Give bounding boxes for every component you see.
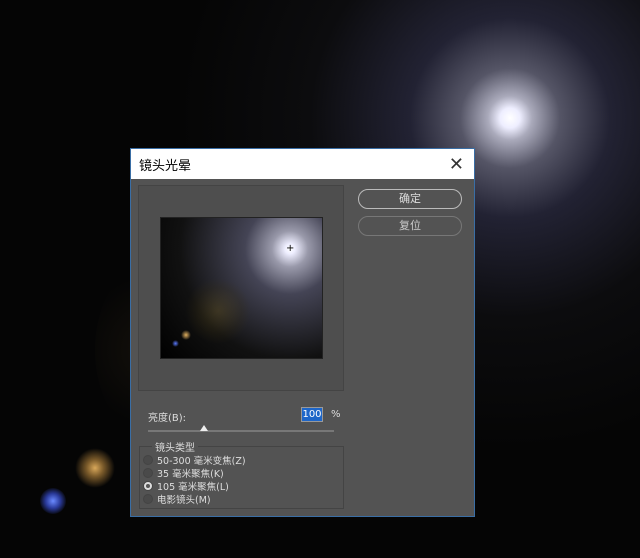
flare-preview[interactable]: + — [160, 217, 323, 359]
close-icon[interactable]: ✕ — [449, 154, 464, 175]
ok-button[interactable]: 确定 — [358, 189, 462, 209]
flare-center-crosshair[interactable]: + — [286, 244, 294, 254]
slider-thumb[interactable] — [199, 425, 208, 431]
radio-prime-105[interactable]: 105 毫米聚焦(L) — [143, 479, 229, 493]
percent-unit: % — [331, 409, 341, 420]
reset-button[interactable]: 复位 — [358, 216, 462, 236]
radio-zoom-50-300[interactable]: 50-300 毫米变焦(Z) — [143, 453, 246, 467]
lens-flare-dialog: 镜头光晕 ✕ + 确定 复位 亮度(B): 100 % 镜头类型 50-300 … — [130, 148, 475, 517]
radio-label: 电影镜头(M) — [157, 495, 211, 506]
radio-movie-prime[interactable]: 电影镜头(M) — [143, 492, 211, 506]
preview-flare-orange — [181, 330, 191, 340]
radio-prime-35[interactable]: 35 毫米聚焦(K) — [143, 466, 224, 480]
radio-label: 105 毫米聚焦(L) — [157, 482, 229, 493]
lens-type-group: 镜头类型 50-300 毫米变焦(Z) 35 毫米聚焦(K) 105 毫米聚焦(… — [139, 439, 344, 509]
radio-label: 50-300 毫米变焦(Z) — [157, 456, 246, 467]
preview-flare-blue — [172, 340, 179, 347]
background-flare-blue — [40, 488, 66, 514]
dialog-title: 镜头光晕 — [139, 158, 192, 174]
lens-type-legend: 镜头类型 — [152, 439, 198, 454]
radio-button[interactable] — [143, 494, 153, 504]
background-flare-orange — [75, 448, 115, 488]
radio-button[interactable] — [143, 468, 153, 478]
radio-button-selected[interactable] — [143, 481, 153, 491]
brightness-input[interactable]: 100 — [301, 407, 323, 422]
brightness-label: 亮度(B): — [148, 413, 187, 424]
title-bar[interactable]: 镜头光晕 ✕ — [131, 149, 474, 179]
radio-button[interactable] — [143, 455, 153, 465]
brightness-slider[interactable] — [148, 425, 334, 432]
preview-panel: + — [138, 185, 344, 391]
radio-label: 35 毫米聚焦(K) — [157, 469, 224, 480]
preview-flare-ring — [185, 278, 251, 344]
